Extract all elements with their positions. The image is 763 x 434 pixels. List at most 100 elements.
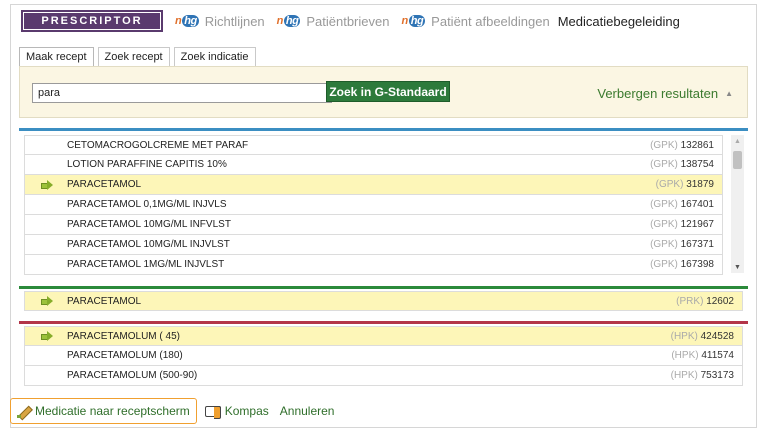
- result-code-number: 31879: [686, 179, 714, 190]
- pencil-icon: [17, 404, 31, 418]
- result-name: PARACETAMOL 10MG/ML INFVLST: [67, 219, 231, 230]
- nav-link-richtlijnen[interactable]: n hg Richtlijnen: [173, 14, 265, 29]
- tab-maak-recept[interactable]: Maak recept: [19, 47, 94, 66]
- result-code-number: 12602: [706, 295, 734, 307]
- result-code-type: (GPK): [650, 239, 678, 250]
- results-scrollbar[interactable]: ▲ ▼: [731, 135, 744, 273]
- result-code-number: 132861: [680, 139, 714, 151]
- result-code-number: 424528: [700, 330, 734, 342]
- result-name: PARACETAMOL 0,1MG/ML INJVLS: [67, 199, 227, 210]
- result-row[interactable]: PARACETAMOLUM (180) (HPK) 411574: [24, 346, 743, 366]
- result-code: (HPK) 411574: [671, 350, 734, 361]
- result-name: PARACETAMOL: [67, 179, 142, 190]
- result-row[interactable]: PARACETAMOLUM ( 45) (HPK) 424528: [24, 326, 743, 346]
- result-code-number: 138754: [680, 159, 714, 170]
- result-code: (HPK) 753173: [671, 370, 734, 381]
- nhg-logo-icon: n hg: [175, 15, 199, 27]
- result-code-type: (GPK): [650, 139, 678, 151]
- result-code: (GPK) 167398: [650, 259, 714, 270]
- result-code: (GPK) 167401: [650, 199, 714, 210]
- action-bar: Medicatie naar receptscherm Kompas Annul…: [10, 398, 334, 424]
- result-code-type: (GPK): [650, 159, 678, 170]
- prk-results-group: PARACETAMOL (PRK) 12602: [19, 286, 748, 311]
- result-code-type: (GPK): [650, 259, 678, 270]
- green-arrow-icon: [40, 179, 53, 190]
- annuleren-link[interactable]: Annuleren: [280, 404, 335, 418]
- result-code: (GPK) 167371: [650, 239, 714, 250]
- result-name: PARACETAMOLUM (500-90): [67, 370, 198, 381]
- result-row[interactable]: PARACETAMOL 10MG/ML INFVLST (GPK) 121967: [24, 215, 723, 235]
- arrow-cell: [25, 296, 67, 306]
- result-code-number: 121967: [680, 219, 714, 230]
- result-code-type: (GPK): [650, 199, 678, 210]
- result-row[interactable]: PARACETAMOL 1MG/ML INJVLST (GPK) 167398: [24, 255, 723, 275]
- arrow-cell: [25, 331, 67, 341]
- tab-zoek-recept[interactable]: Zoek recept: [97, 47, 170, 66]
- medicatie-naar-receptscherm-button[interactable]: Medicatie naar receptscherm: [10, 398, 197, 424]
- result-name: PARACETAMOLUM (180): [67, 350, 183, 361]
- hpk-results-group: PARACETAMOLUM ( 45) (HPK) 424528 PARACETAM…: [19, 321, 748, 389]
- hpk-results-list: PARACETAMOLUM ( 45) (HPK) 424528 PARACETAM…: [19, 326, 748, 386]
- green-arrow-icon: [40, 296, 53, 306]
- result-row[interactable]: LOTION PARAFFINE CAPITIS 10% (GPK) 138754: [24, 155, 723, 175]
- nhg-logo-icon: n hg: [276, 15, 301, 27]
- result-code-type: (PRK): [676, 295, 704, 307]
- kompas-link[interactable]: Kompas: [204, 404, 269, 419]
- result-name: PARACETAMOL 10MG/ML INJVLST: [67, 239, 230, 250]
- scroll-down-icon[interactable]: ▼: [731, 261, 744, 273]
- result-code: (GPK) 138754: [650, 159, 714, 170]
- result-code: (GPK) 31879: [656, 179, 714, 190]
- hide-results-link[interactable]: Verbergen resultaten ▲: [597, 86, 733, 101]
- result-row[interactable]: PARACETAMOL (GPK) 31879: [24, 175, 723, 195]
- result-code-number: 167398: [680, 259, 714, 270]
- tab-zoek-indicatie[interactable]: Zoek indicatie: [173, 47, 256, 66]
- nhg-logo-icon: n hg: [401, 15, 426, 27]
- search-g-standaard-button[interactable]: Zoek in G-Standaard: [326, 81, 450, 102]
- result-code-number: 411574: [701, 350, 734, 361]
- nav-link-patientbrieven[interactable]: n hg Patiëntbrieven: [275, 14, 390, 29]
- nav-link-label: Patiëntbrieven: [306, 13, 390, 29]
- result-name: LOTION PARAFFINE CAPITIS 10%: [67, 159, 227, 170]
- green-arrow-icon: [40, 331, 53, 341]
- gpk-results-group: CETOMACROGOLCREME MET PARAF (GPK) 132861 L…: [19, 128, 748, 275]
- gpk-results-list: CETOMACROGOLCREME MET PARAF (GPK) 132861 L…: [19, 135, 728, 275]
- top-navigation: PRESCRIPTOR n hg Richtlijnen n hg Patiëntb…: [10, 4, 757, 38]
- result-name: PARACETAMOL: [67, 295, 142, 307]
- result-code-type: (HPK): [671, 350, 699, 361]
- result-row[interactable]: PARACETAMOLUM (500-90) (HPK) 753173: [24, 366, 743, 386]
- result-row[interactable]: PARACETAMOL 10MG/ML INJVLST (GPK) 167371: [24, 235, 723, 255]
- result-row[interactable]: PARACETAMOL (PRK) 12602: [24, 291, 743, 311]
- collapse-up-icon: ▲: [725, 89, 733, 98]
- result-code-number: 167371: [680, 239, 714, 250]
- nav-link-label: Richtlijnen: [204, 13, 265, 29]
- arrow-cell: [25, 179, 67, 190]
- result-code: (HPK) 424528: [671, 331, 734, 342]
- prk-results-list: PARACETAMOL (PRK) 12602: [19, 291, 748, 311]
- book-icon: [204, 405, 221, 419]
- result-code: (GPK) 121967: [650, 219, 714, 230]
- scroll-up-icon[interactable]: ▲: [731, 135, 744, 147]
- brand-label: PRESCRIPTOR: [23, 12, 161, 30]
- result-name: CETOMACROGOLCREME MET PARAF: [67, 139, 249, 151]
- search-input[interactable]: [32, 83, 332, 103]
- prescriptor-brand-button[interactable]: PRESCRIPTOR: [21, 10, 163, 32]
- result-code: (GPK) 132861: [650, 140, 714, 151]
- hide-results-label: Verbergen resultaten: [597, 86, 719, 101]
- result-code-type: (HPK): [670, 370, 698, 381]
- tab-bar: Maak recept Zoek recept Zoek indicatie: [19, 47, 260, 66]
- nav-link-label: Patiënt afbeeldingen: [431, 13, 550, 29]
- nav-link-label: Medicatiebegeleiding: [557, 13, 680, 29]
- result-code-type: (GPK): [650, 219, 678, 230]
- nav-link-medicatiebegeleiding[interactable]: Medicatiebegeleiding: [558, 14, 680, 29]
- result-code-number: 167401: [680, 199, 714, 210]
- scroll-thumb[interactable]: [733, 151, 742, 169]
- kompas-label: Kompas: [224, 404, 269, 418]
- result-code: (PRK) 12602: [676, 296, 734, 307]
- result-name: PARACETAMOLUM ( 45): [67, 330, 180, 342]
- result-row[interactable]: PARACETAMOL 0,1MG/ML INJVLS (GPK) 167401: [24, 195, 723, 215]
- nav-link-patient-afbeeldingen[interactable]: n hg Patiënt afbeeldingen: [399, 14, 549, 29]
- result-name: PARACETAMOL 1MG/ML INJVLST: [67, 259, 225, 270]
- result-row[interactable]: CETOMACROGOLCREME MET PARAF (GPK) 132861: [24, 135, 723, 155]
- result-code-type: (HPK): [670, 330, 698, 342]
- medicatie-label: Medicatie naar receptscherm: [35, 404, 190, 418]
